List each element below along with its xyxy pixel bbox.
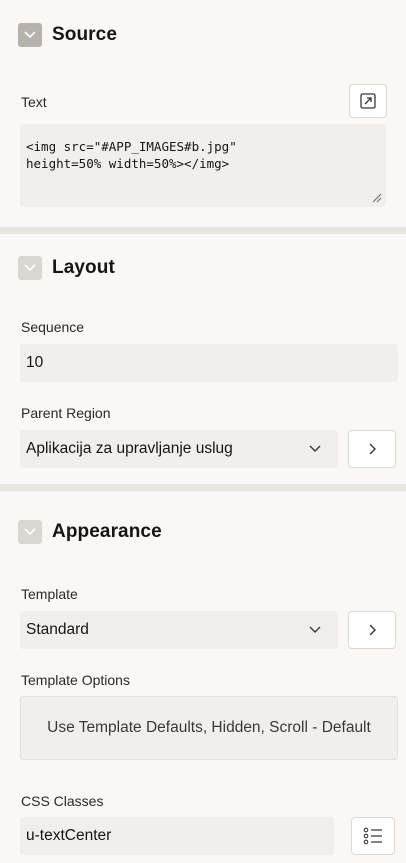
sequence-value: 10 [26, 354, 44, 371]
source-section: Source Text <img src="#APP_IMAGES#b.jpg"… [0, 0, 406, 227]
section-separator [0, 484, 406, 491]
parent-region-label: Parent Region [21, 405, 111, 421]
parent-region-go-button[interactable] [348, 430, 396, 468]
css-classes-input[interactable]: u-textCenter [20, 817, 334, 855]
layout-title: Layout [52, 257, 115, 278]
template-select[interactable]: Standard [20, 611, 338, 649]
template-options-value: Use Template Defaults, Hidden, Scroll - … [47, 719, 371, 736]
parent-region-select[interactable]: Aplikacija za upravljanje uslug [20, 430, 338, 468]
source-header[interactable]: Source [18, 23, 117, 47]
text-code-value[interactable]: <img src="#APP_IMAGES#b.jpg" height=50% … [20, 124, 386, 172]
chevron-right-icon [369, 624, 376, 636]
template-options-label: Template Options [21, 672, 130, 688]
chevron-down-icon [309, 445, 321, 452]
layout-section: Layout Sequence 10 Parent Region Aplikac… [0, 234, 406, 484]
template-label: Template [21, 586, 78, 602]
sequence-input[interactable]: 10 [20, 344, 398, 382]
layout-header[interactable]: Layout [18, 256, 115, 280]
text-code-editor[interactable]: <img src="#APP_IMAGES#b.jpg" height=50% … [20, 124, 386, 207]
collapse-chevron-icon[interactable] [18, 256, 42, 280]
expand-icon [360, 93, 376, 109]
appearance-header[interactable]: Appearance [18, 520, 162, 544]
css-classes-value: u-textCenter [26, 827, 112, 844]
sequence-label: Sequence [21, 319, 85, 335]
chevron-down-icon [309, 626, 321, 633]
template-go-button[interactable] [348, 611, 396, 649]
template-options-button[interactable]: Use Template Defaults, Hidden, Scroll - … [20, 696, 398, 760]
appearance-section: Appearance Template Standard Template Op… [0, 491, 406, 863]
parent-region-value: Aplikacija za upravljanje uslug [26, 440, 233, 457]
css-classes-label: CSS Classes [21, 793, 104, 809]
css-classes-picker-button[interactable] [351, 817, 395, 855]
collapse-chevron-icon[interactable] [18, 23, 42, 47]
text-label: Text [21, 94, 47, 110]
chevron-right-icon [369, 443, 376, 455]
source-title: Source [52, 24, 118, 45]
appearance-title: Appearance [52, 521, 162, 542]
collapse-chevron-icon[interactable] [18, 520, 42, 544]
resize-grip-icon[interactable] [370, 191, 382, 203]
section-separator [0, 227, 406, 234]
expand-code-editor-button[interactable] [349, 84, 387, 118]
template-value: Standard [26, 621, 89, 638]
list-picker-icon [363, 827, 382, 845]
